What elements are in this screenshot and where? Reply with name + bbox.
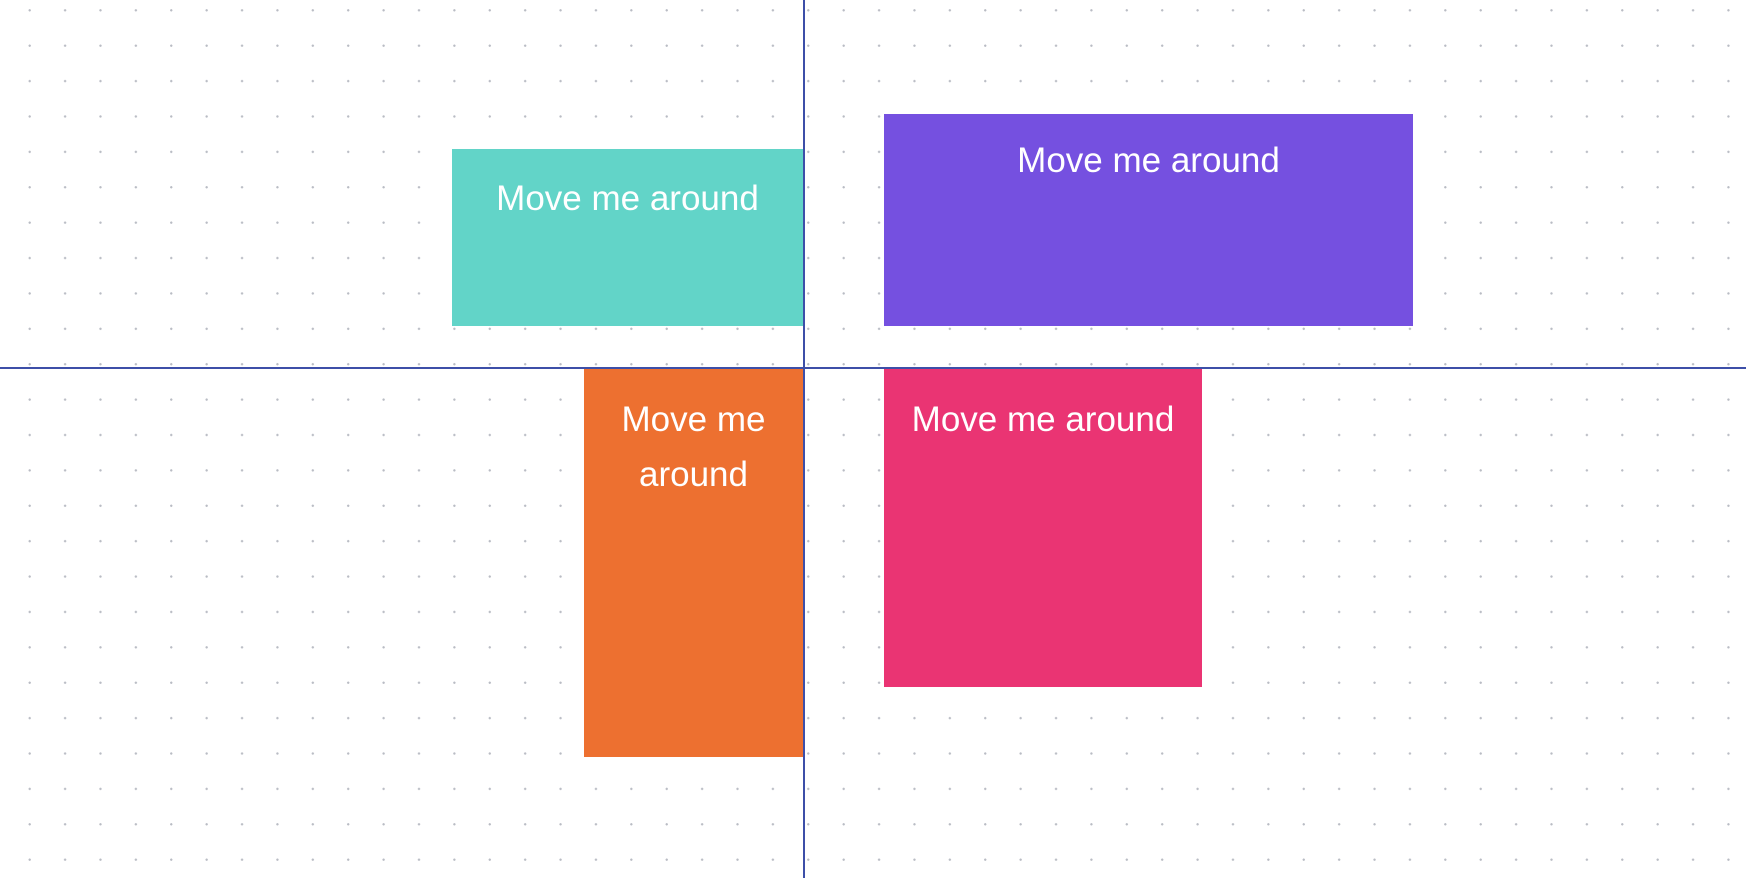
vertical-guide-line: [803, 0, 805, 878]
horizontal-guide-line: [0, 367, 1746, 369]
draggable-box-purple[interactable]: Move me around: [884, 114, 1413, 326]
dot-grid-canvas: Move me around Move me around Move me ar…: [0, 0, 1746, 878]
draggable-box-orange[interactable]: Move me around: [584, 369, 803, 757]
draggable-box-teal[interactable]: Move me around: [452, 149, 803, 326]
box-label: Move me around: [621, 400, 766, 494]
box-label: Move me around: [1017, 141, 1280, 180]
box-label: Move me around: [496, 179, 759, 218]
draggable-box-pink[interactable]: Move me around: [884, 369, 1202, 687]
box-label: Move me around: [911, 400, 1175, 439]
